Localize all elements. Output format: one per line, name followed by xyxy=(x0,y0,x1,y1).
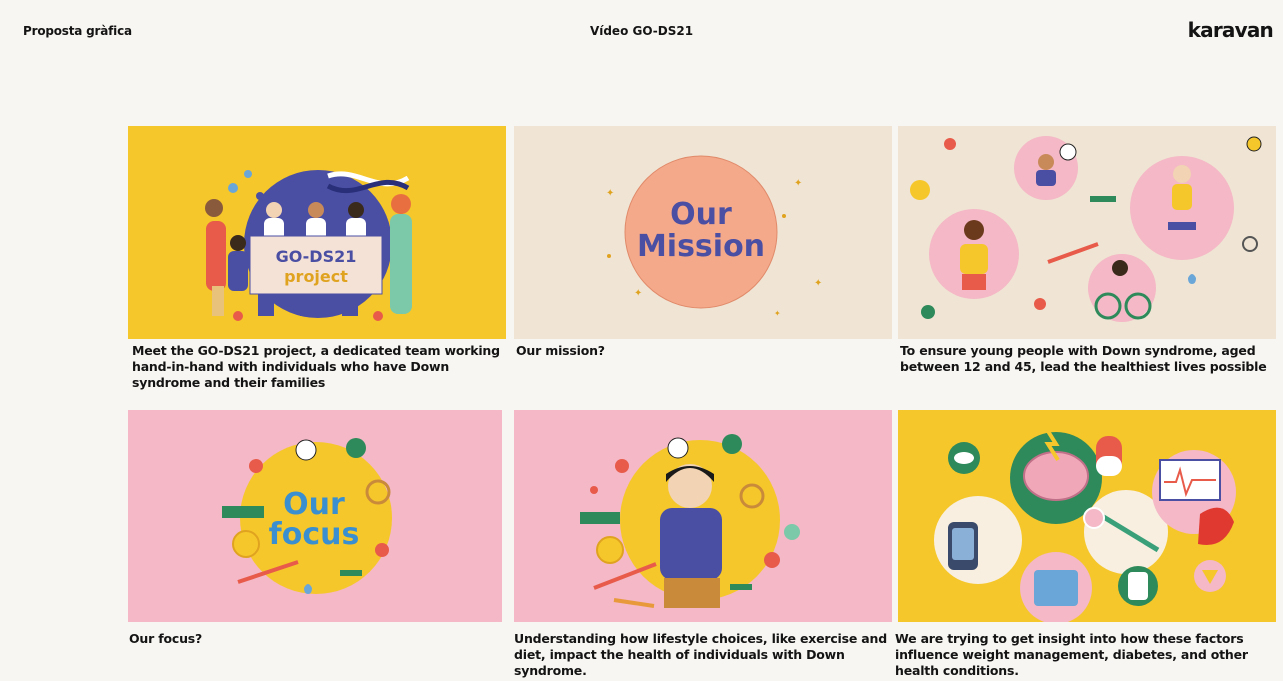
slide-caption: Meet the GO-DS21 project, a dedicated te… xyxy=(132,343,500,390)
slide-caption: Our focus? xyxy=(129,631,203,646)
slide-illustration-lifestyle xyxy=(514,410,892,622)
art-subtitle: focus xyxy=(269,517,360,552)
slide-illustration-health-factors xyxy=(898,410,1276,622)
slide-illustration-healthy-lives xyxy=(898,126,1276,339)
slide-caption: Understanding how lifestyle choices, lik… xyxy=(514,631,887,678)
art-subtitle: project xyxy=(284,267,348,286)
art-title: Our xyxy=(670,197,732,232)
karavan-logo[interactable]: karavan xyxy=(1188,18,1274,42)
slide-illustration-team: GO-DS21 project xyxy=(128,126,506,339)
art-title: GO-DS21 xyxy=(276,247,357,266)
page-title: Vídeo GO-DS21 xyxy=(589,24,694,38)
svg-text:✦: ✦ xyxy=(774,309,781,318)
svg-text:✦: ✦ xyxy=(794,178,802,189)
top-bar: Proposta gràfica Vídeo GO-DS21 karavan xyxy=(0,0,1283,58)
slide-caption: Our mission? xyxy=(516,343,605,358)
svg-text:✦: ✦ xyxy=(814,278,822,289)
svg-text:✦: ✦ xyxy=(634,288,642,299)
slide-illustration-focus: Our focus xyxy=(128,410,502,622)
slide-caption: To ensure young people with Down syndrom… xyxy=(900,343,1267,374)
slide-caption: We are trying to get insight into how th… xyxy=(895,631,1248,678)
slide-illustration-mission: Our Mission ✦ ✦ ✦ ✦ ✦ xyxy=(514,126,892,339)
art-subtitle: Mission xyxy=(637,229,765,264)
svg-text:✦: ✦ xyxy=(606,188,614,199)
